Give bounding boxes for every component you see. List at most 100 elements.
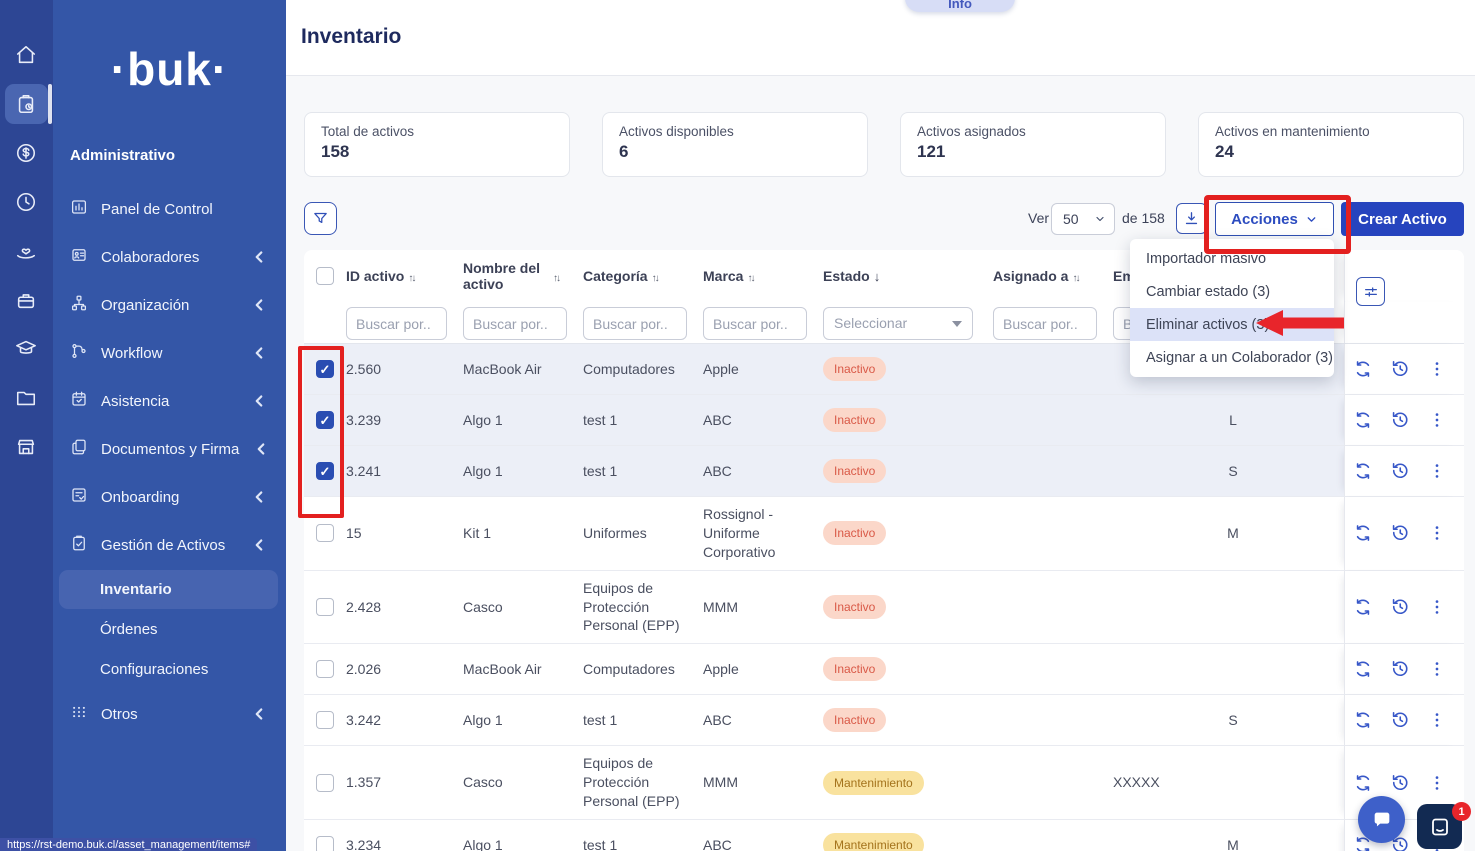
filter-input-asignado[interactable] [993, 307, 1097, 340]
column-header-nombre[interactable]: Nombre del activo [463, 260, 583, 292]
table-row[interactable]: 3.239 Algo 1 test 1 ABC Inactivo L [304, 395, 1464, 446]
row-checkbox[interactable] [316, 660, 334, 678]
sync-icon[interactable] [1353, 523, 1373, 543]
table-row[interactable]: 1.357 Casco Equipos de Protección Person… [304, 746, 1464, 820]
column-header-asignado[interactable]: Asignado a [993, 268, 1113, 285]
table-row[interactable]: 2.026 MacBook Air Computadores Apple Ina… [304, 644, 1464, 695]
table-row[interactable]: 2.428 Casco Equipos de Protección Person… [304, 571, 1464, 645]
row-checkbox[interactable] [316, 462, 334, 480]
sidebar-item-onboarding[interactable]: Onboarding [53, 473, 286, 521]
acciones-button[interactable]: Acciones [1215, 202, 1334, 236]
sidebar-subitem-configuraciones[interactable]: Configuraciones [53, 649, 286, 689]
table-row[interactable]: 15 Kit 1 Uniformes Rossignol - Uniforme … [304, 497, 1464, 571]
cell-asset-name: MacBook Air [463, 644, 583, 694]
crear-activo-button[interactable]: Crear Activo [1341, 202, 1464, 236]
cell-asset-id: 3.242 [346, 695, 463, 745]
kebab-menu-icon[interactable] [1427, 659, 1447, 679]
marketplace-store-icon[interactable] [15, 436, 37, 458]
sync-icon[interactable] [1353, 659, 1373, 679]
sidebar-item-documentos-y-firma[interactable]: Documentos y Firma [53, 425, 286, 473]
sync-icon[interactable] [1353, 410, 1373, 430]
sidebar-item-workflow[interactable]: Workflow [53, 329, 286, 377]
payroll-dollar-icon[interactable] [15, 142, 37, 164]
menu-item-asignar-colaborador[interactable]: Asignar a un Colaborador (3) [1130, 341, 1334, 374]
stat-label: Activos asignados [917, 124, 1149, 139]
filter-input-marca[interactable] [703, 307, 807, 340]
sidebar-item-gestion-de-activos[interactable]: Gestión de Activos [53, 521, 286, 569]
sync-icon[interactable] [1353, 773, 1373, 793]
sync-icon[interactable] [1353, 359, 1373, 379]
row-checkbox[interactable] [316, 524, 334, 542]
filter-input-nombre[interactable] [463, 307, 567, 340]
table-row[interactable]: 3.234 Algo 1 test 1 ABC Mantenimiento M [304, 820, 1464, 851]
history-icon[interactable] [1390, 659, 1410, 679]
sync-icon[interactable] [1353, 710, 1373, 730]
filter-input-id[interactable] [346, 307, 447, 340]
history-icon[interactable] [1390, 461, 1410, 481]
row-checkbox[interactable] [316, 360, 334, 378]
filter-input-categoria[interactable] [583, 307, 687, 340]
column-header-marca[interactable]: Marca [703, 268, 823, 285]
row-checkbox[interactable] [316, 598, 334, 616]
row-checkbox[interactable] [316, 411, 334, 429]
column-header-estado[interactable]: Estado [823, 268, 993, 285]
home-icon[interactable] [15, 44, 37, 66]
benefits-hand-heart-icon[interactable] [15, 241, 37, 263]
page-title: Inventario [301, 25, 401, 49]
files-folder-icon[interactable] [15, 387, 37, 409]
sidebar-subitem-ordenes[interactable]: Órdenes [53, 609, 286, 649]
culture-briefcase-icon[interactable] [15, 289, 37, 311]
filter-select-estado[interactable]: Seleccionar [823, 307, 973, 340]
kebab-menu-icon[interactable] [1427, 773, 1447, 793]
history-icon[interactable] [1390, 523, 1410, 543]
education-graduation-icon[interactable] [15, 337, 37, 359]
download-button[interactable] [1176, 203, 1207, 234]
history-icon[interactable] [1390, 359, 1410, 379]
cell-assigned [993, 644, 1113, 694]
sync-icon[interactable] [1353, 597, 1373, 617]
select-all-checkbox[interactable] [316, 267, 334, 285]
sidebar-subitem-inventario[interactable]: Inventario [59, 570, 278, 609]
assets-clipboard-icon[interactable] [15, 93, 37, 115]
time-clock-icon[interactable] [15, 191, 37, 213]
row-checkbox[interactable] [316, 836, 334, 851]
sort-icon [652, 268, 658, 285]
kebab-menu-icon[interactable] [1427, 461, 1447, 481]
history-icon[interactable] [1390, 773, 1410, 793]
history-icon[interactable] [1390, 410, 1410, 430]
chevron-left-icon [250, 248, 268, 266]
sidebar-item-panel-de-control[interactable]: Panel de Control [53, 185, 286, 233]
sidebar-section-label: Administrativo [70, 147, 175, 164]
kebab-menu-icon[interactable] [1427, 597, 1447, 617]
page-size-select[interactable]: 50 [1051, 203, 1115, 235]
sync-icon[interactable] [1353, 461, 1373, 481]
cell-assigned [993, 395, 1113, 445]
history-icon[interactable] [1390, 710, 1410, 730]
kebab-menu-icon[interactable] [1427, 359, 1447, 379]
column-settings-button[interactable] [1356, 277, 1385, 306]
sidebar-item-otros[interactable]: Otros [53, 690, 286, 738]
kebab-menu-icon[interactable] [1427, 410, 1447, 430]
history-icon[interactable] [1390, 597, 1410, 617]
chat-launcher-button[interactable] [1358, 796, 1405, 843]
cell-assigned [993, 695, 1113, 745]
sidebar-item-organizacion[interactable]: Organización [53, 281, 286, 329]
table-body: 2.560 MacBook Air Computadores Apple Ina… [304, 344, 1464, 851]
column-header-categoria[interactable]: Categoría [583, 268, 703, 285]
cell-em [1113, 446, 1198, 496]
kebab-menu-icon[interactable] [1427, 523, 1447, 543]
table-row[interactable]: 3.241 Algo 1 test 1 ABC Inactivo S [304, 446, 1464, 497]
row-checkbox[interactable] [316, 774, 334, 792]
menu-item-importador-masivo[interactable]: Importador masivo [1130, 242, 1334, 275]
chevron-left-icon [250, 344, 268, 362]
rail-scrollbar[interactable] [48, 84, 52, 124]
sidebar-item-asistencia[interactable]: Asistencia [53, 377, 286, 425]
menu-item-eliminar-activos[interactable]: Eliminar activos (3) [1130, 308, 1334, 341]
row-checkbox[interactable] [316, 711, 334, 729]
filter-button[interactable] [304, 202, 337, 235]
kebab-menu-icon[interactable] [1427, 710, 1447, 730]
menu-item-cambiar-estado[interactable]: Cambiar estado (3) [1130, 275, 1334, 308]
column-header-id[interactable]: ID activo [346, 268, 463, 285]
sidebar-item-colaboradores[interactable]: Colaboradores [53, 233, 286, 281]
table-row[interactable]: 3.242 Algo 1 test 1 ABC Inactivo S [304, 695, 1464, 746]
